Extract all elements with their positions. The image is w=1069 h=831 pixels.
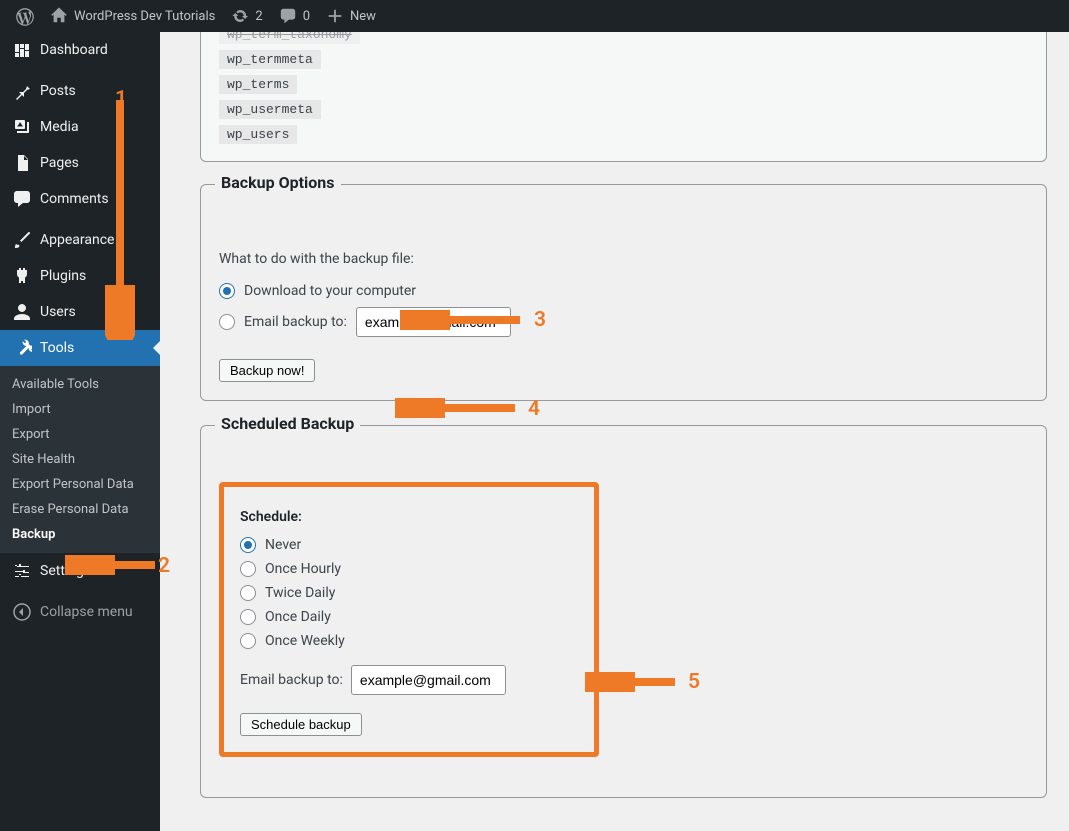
download-label: Download to your computer [244, 283, 416, 299]
backup-now-button[interactable]: Backup now! [219, 359, 315, 382]
table-tag: wp_term_taxonomy [219, 32, 360, 44]
comment-icon [279, 7, 297, 25]
menu-label: Plugins [40, 268, 86, 284]
table-tag: wp_termmeta [219, 50, 321, 69]
admin-sidebar: Dashboard Posts Media Pages Comments App… [0, 32, 160, 831]
menu-collapse[interactable]: Collapse menu [0, 594, 160, 630]
menu-pages[interactable]: Pages [0, 145, 160, 181]
submenu-erase-personal[interactable]: Erase Personal Data [0, 497, 160, 522]
table-tag: wp_users [219, 125, 297, 144]
schedule-daily-radio[interactable] [240, 609, 256, 625]
email-radio[interactable] [219, 314, 235, 330]
menu-dashboard[interactable]: Dashboard [0, 32, 160, 68]
updates-link[interactable]: 2 [223, 0, 270, 32]
wordpress-icon [16, 7, 34, 25]
menu-users[interactable]: Users [0, 294, 160, 330]
updates-count: 2 [255, 9, 262, 24]
media-icon [12, 117, 32, 137]
schedule-email-input[interactable] [351, 665, 506, 695]
schedule-email-label: Email backup to: [240, 672, 343, 688]
tools-submenu: Available Tools Import Export Site Healt… [0, 366, 160, 553]
comments-count: 0 [303, 9, 310, 24]
update-icon [231, 7, 249, 25]
menu-label: Collapse menu [40, 604, 133, 620]
menu-label: Appearance [40, 232, 114, 248]
schedule-weekly-radio[interactable] [240, 633, 256, 649]
menu-settings[interactable]: Settings [0, 553, 160, 589]
plug-icon [12, 266, 32, 286]
email-radio-label: Email backup to: [244, 314, 347, 330]
scheduled-backup-fieldset: Scheduled Backup Schedule: Never Once Ho… [200, 425, 1047, 798]
wp-logo-menu[interactable] [8, 0, 42, 32]
submenu-export[interactable]: Export [0, 422, 160, 447]
menu-label: Posts [40, 83, 76, 99]
brush-icon [12, 230, 32, 250]
submenu-export-personal[interactable]: Export Personal Data [0, 472, 160, 497]
menu-plugins[interactable]: Plugins [0, 258, 160, 294]
schedule-box: Schedule: Never Once Hourly Twice Daily … [219, 482, 599, 757]
schedule-daily-label: Once Daily [265, 609, 331, 625]
backup-options-legend: Backup Options [215, 173, 341, 192]
new-label: New [350, 9, 376, 24]
page-icon [12, 153, 32, 173]
schedule-never-label: Never [265, 537, 301, 553]
user-icon [12, 302, 32, 322]
comments-link[interactable]: 0 [271, 0, 318, 32]
backup-options-fieldset: Backup Options What to do with the backu… [200, 184, 1047, 401]
tables-panel: wp_term_taxonomy wp_termmeta wp_terms wp… [200, 32, 1047, 162]
pin-icon [12, 81, 32, 101]
admin-bar: WordPress Dev Tutorials 2 0 New [0, 0, 1069, 32]
site-title: WordPress Dev Tutorials [74, 9, 215, 24]
menu-media[interactable]: Media [0, 109, 160, 145]
comment-icon [12, 189, 32, 209]
schedule-label: Schedule: [240, 509, 578, 525]
schedule-twice-label: Twice Daily [265, 585, 335, 601]
home-icon [50, 7, 68, 25]
sliders-icon [12, 561, 32, 581]
dashboard-icon [12, 40, 32, 60]
submenu-import[interactable]: Import [0, 397, 160, 422]
table-tag: wp_terms [219, 75, 297, 94]
new-content-link[interactable]: New [318, 0, 384, 32]
schedule-hourly-label: Once Hourly [265, 561, 341, 577]
wrench-icon [12, 338, 32, 358]
scheduled-backup-legend: Scheduled Backup [215, 414, 360, 433]
plus-icon [326, 7, 344, 25]
schedule-hourly-radio[interactable] [240, 561, 256, 577]
menu-comments[interactable]: Comments [0, 181, 160, 217]
submenu-site-health[interactable]: Site Health [0, 447, 160, 472]
schedule-backup-button[interactable]: Schedule backup [240, 713, 362, 736]
content-area: wp_term_taxonomy wp_termmeta wp_terms wp… [160, 32, 1069, 831]
menu-posts[interactable]: Posts [0, 73, 160, 109]
menu-label: Users [40, 304, 76, 320]
submenu-available-tools[interactable]: Available Tools [0, 372, 160, 397]
submenu-backup[interactable]: Backup [0, 522, 160, 547]
menu-label: Pages [40, 155, 79, 171]
menu-label: Media [40, 119, 79, 135]
table-tag: wp_usermeta [219, 100, 321, 119]
what-to-do-label: What to do with the backup file: [219, 251, 1028, 267]
collapse-icon [12, 602, 32, 622]
menu-tools[interactable]: Tools [0, 330, 160, 366]
menu-appearance[interactable]: Appearance [0, 222, 160, 258]
schedule-twice-radio[interactable] [240, 585, 256, 601]
schedule-never-radio[interactable] [240, 537, 256, 553]
download-radio[interactable] [219, 283, 235, 299]
email-input[interactable] [356, 307, 511, 337]
menu-label: Comments [40, 191, 109, 207]
schedule-weekly-label: Once Weekly [265, 633, 345, 649]
site-name-link[interactable]: WordPress Dev Tutorials [42, 0, 223, 32]
menu-label: Dashboard [40, 42, 108, 58]
menu-label: Settings [40, 563, 91, 579]
menu-label: Tools [40, 340, 74, 356]
